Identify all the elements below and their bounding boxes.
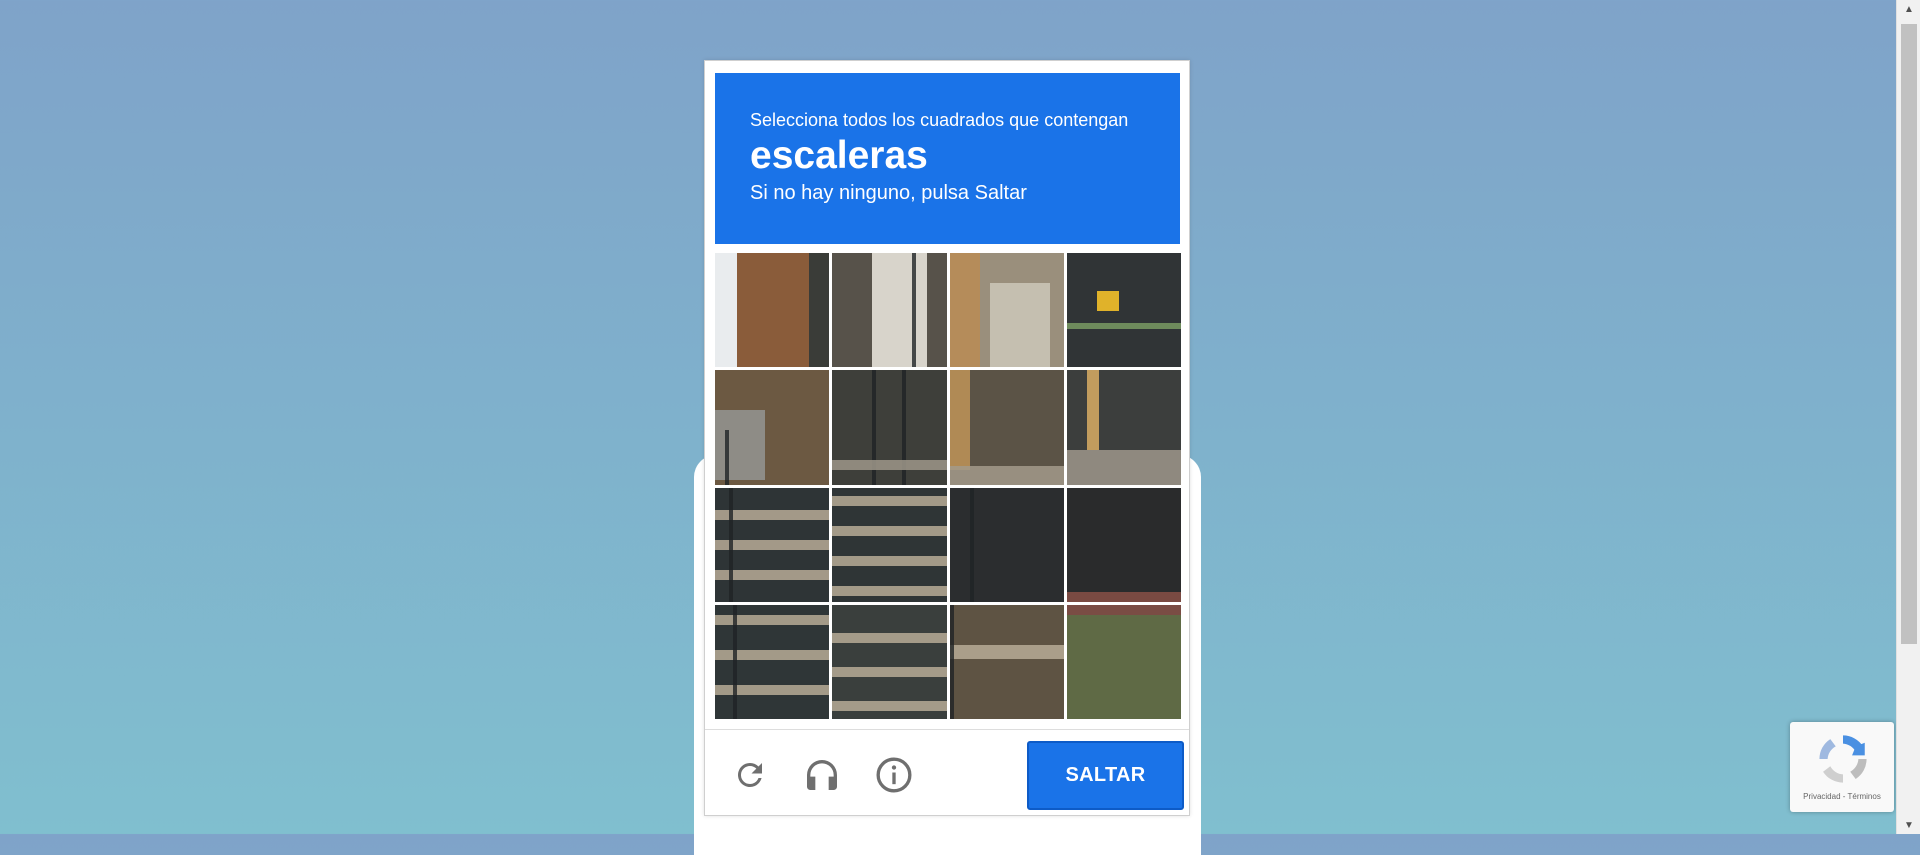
- captcha-tile-6[interactable]: [832, 370, 947, 485]
- captcha-tile-14[interactable]: [832, 604, 947, 719]
- captcha-tile-9[interactable]: [715, 487, 830, 602]
- captcha-tile-7[interactable]: [949, 370, 1064, 485]
- captcha-instruction: Selecciona todos los cuadrados que conte…: [750, 110, 1129, 130]
- recaptcha-terms-link[interactable]: Privacidad - Términos: [1790, 792, 1894, 801]
- captcha-tile-3[interactable]: [949, 253, 1064, 368]
- scroll-up-arrow-icon[interactable]: ▲: [1897, 0, 1920, 18]
- captcha-tile-13[interactable]: [715, 604, 830, 719]
- captcha-hint: Si no hay ninguno, pulsa Saltar: [750, 182, 1027, 204]
- captcha-tile-2[interactable]: [832, 253, 947, 368]
- captcha-header: Selecciona todos los cuadrados que conte…: [715, 73, 1180, 244]
- captcha-target-object: escaleras: [750, 134, 928, 177]
- captcha-tile-12[interactable]: [1066, 487, 1181, 602]
- skip-button[interactable]: SALTAR: [1027, 741, 1184, 810]
- captcha-tile-4[interactable]: [1066, 253, 1181, 368]
- captcha-tile-10[interactable]: [832, 487, 947, 602]
- recaptcha-logo-icon: [1819, 735, 1867, 783]
- captcha-tile-15[interactable]: [949, 604, 1064, 719]
- captcha-tile-11[interactable]: [949, 487, 1064, 602]
- info-icon[interactable]: [872, 753, 916, 797]
- recaptcha-badge[interactable]: Privacidad - Términos: [1790, 722, 1894, 812]
- captcha-tile-5[interactable]: [715, 370, 830, 485]
- captcha-tile-8[interactable]: [1066, 370, 1181, 485]
- captcha-tile-16[interactable]: [1066, 604, 1181, 719]
- headphones-icon[interactable]: [800, 753, 844, 797]
- reload-icon[interactable]: [728, 753, 772, 797]
- captcha-challenge-dialog: Selecciona todos los cuadrados que conte…: [704, 60, 1190, 816]
- captcha-footer: SALTAR: [705, 730, 1189, 817]
- page-scrollbar[interactable]: ▲ ▼: [1896, 0, 1920, 834]
- scroll-down-arrow-icon[interactable]: ▼: [1897, 816, 1920, 834]
- scrollbar-thumb[interactable]: [1901, 24, 1917, 644]
- captcha-image-grid: [715, 253, 1181, 719]
- captcha-tile-1[interactable]: [715, 253, 830, 368]
